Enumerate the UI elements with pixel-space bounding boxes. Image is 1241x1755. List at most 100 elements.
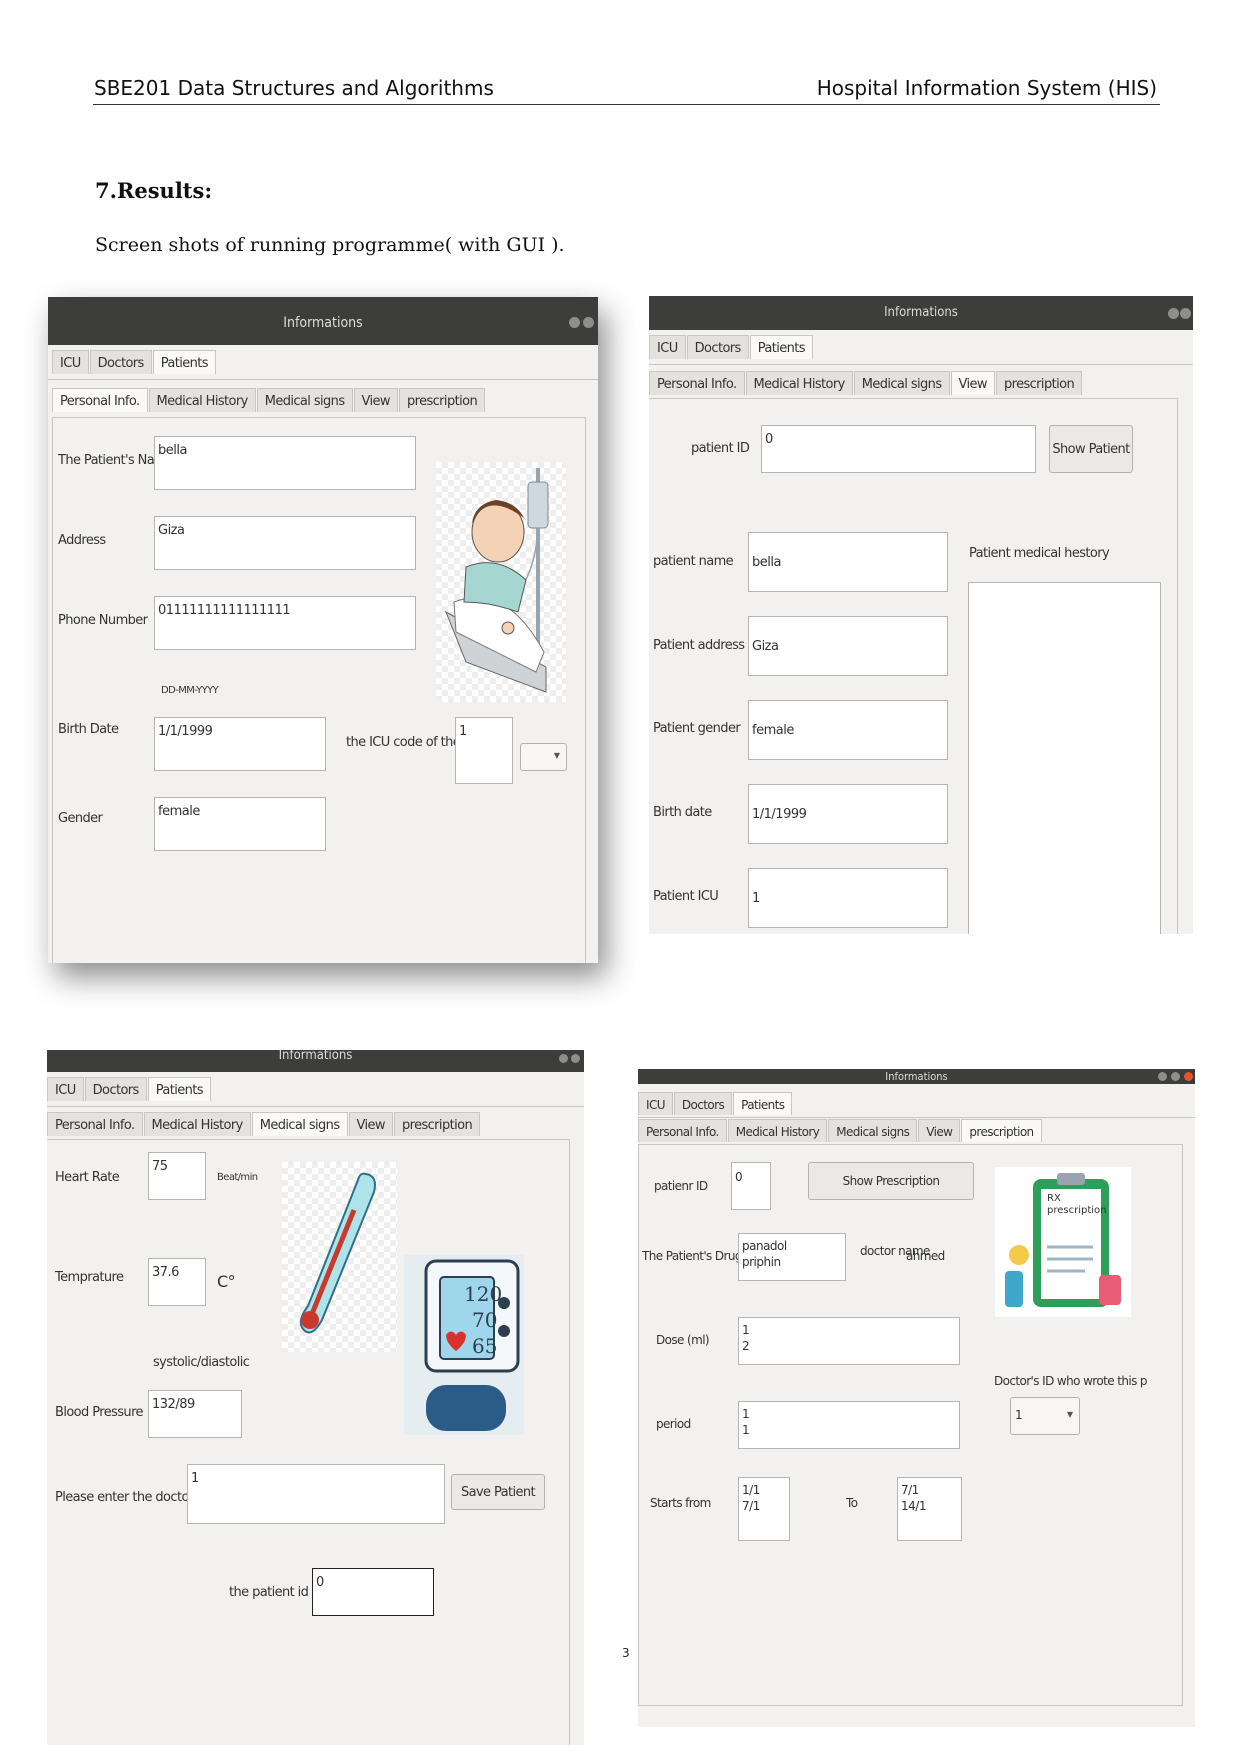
minimize-icon[interactable] bbox=[559, 1054, 568, 1063]
minimize-icon[interactable] bbox=[1158, 1072, 1167, 1081]
close-icon[interactable] bbox=[1180, 308, 1191, 319]
monitor-systolic: 120 bbox=[464, 1282, 503, 1306]
address-label: Address bbox=[58, 533, 106, 548]
prescription-id-field[interactable]: 0 bbox=[731, 1162, 771, 1210]
tab-icu[interactable]: ICU bbox=[638, 1092, 673, 1115]
temperature-field[interactable]: 37.6 bbox=[148, 1258, 206, 1306]
icu-code-field[interactable]: 1 bbox=[455, 717, 513, 784]
tab-doctors[interactable]: Doctors bbox=[89, 350, 152, 374]
tab-view[interactable]: View bbox=[353, 388, 398, 412]
tab-divider bbox=[48, 379, 598, 380]
tab-medical-signs[interactable]: Medical signs bbox=[853, 371, 950, 395]
temperature-unit: C° bbox=[217, 1272, 236, 1291]
doctor-id-field[interactable]: 1 bbox=[187, 1464, 445, 1524]
icu-dropdown[interactable]: ▼ bbox=[520, 743, 567, 771]
thermometer-icon bbox=[282, 1162, 397, 1352]
patient-in-bed-image bbox=[436, 462, 566, 702]
tab-doctors[interactable]: Doctors bbox=[673, 1092, 733, 1115]
tab-patients[interactable]: Patients bbox=[152, 350, 216, 374]
tab-personal-info[interactable]: Personal Info. bbox=[649, 371, 745, 395]
maximize-icon[interactable] bbox=[1171, 1072, 1180, 1081]
name-field[interactable]: bella bbox=[154, 436, 416, 490]
sub-tabs: Personal Info. Medical History Medical s… bbox=[638, 1119, 1043, 1142]
patient-address-label: Patient address bbox=[653, 638, 745, 653]
window-title: Informations bbox=[283, 315, 363, 331]
intro-text: Screen shots of running programme( with … bbox=[95, 234, 565, 256]
heart-rate-field[interactable]: 75 bbox=[148, 1152, 206, 1200]
starts-from-field[interactable]: 1/1 7/1 bbox=[738, 1477, 790, 1541]
close-icon[interactable] bbox=[1184, 1072, 1193, 1081]
show-prescription-button[interactable]: Show Prescription bbox=[808, 1162, 974, 1200]
tab-prescription[interactable]: prescription bbox=[961, 1119, 1042, 1142]
doctor-id-value: 1 bbox=[1015, 1408, 1023, 1422]
medical-history-box[interactable] bbox=[968, 582, 1161, 934]
to-field[interactable]: 7/1 14/1 bbox=[897, 1477, 962, 1541]
drugs-field[interactable]: panadol priphin bbox=[738, 1233, 846, 1281]
tab-view[interactable]: View bbox=[348, 1112, 393, 1136]
patient-gender-field[interactable]: female bbox=[748, 700, 948, 760]
tab-medical-signs[interactable]: Medical signs bbox=[256, 388, 353, 412]
birth-date-label: Birth date bbox=[653, 805, 712, 820]
tab-personal-info[interactable]: Personal Info. bbox=[638, 1119, 727, 1142]
patient-id-field[interactable]: 0 bbox=[761, 425, 1036, 473]
birth-date-field[interactable]: 1/1/1999 bbox=[154, 717, 326, 771]
tab-personal-info[interactable]: Personal Info. bbox=[52, 388, 148, 412]
minimize-icon[interactable] bbox=[1168, 308, 1179, 319]
tab-prescription[interactable]: prescription bbox=[398, 388, 486, 412]
top-tabs: ICU Doctors Patients bbox=[52, 350, 217, 374]
to-label: To bbox=[846, 1496, 858, 1510]
window-titlebar: Informations bbox=[638, 1069, 1195, 1084]
patient-icu-field[interactable]: 1 bbox=[748, 868, 948, 928]
phone-label: Phone Number bbox=[58, 613, 148, 628]
rx-subtitle: prescription bbox=[1047, 1205, 1107, 1216]
tab-patients[interactable]: Patients bbox=[749, 335, 813, 359]
blood-pressure-label: Blood Pressure bbox=[55, 1405, 144, 1420]
patient-name-field[interactable]: bella bbox=[748, 532, 948, 592]
phone-field[interactable]: 01111111111111111 bbox=[154, 596, 416, 650]
minimize-icon[interactable] bbox=[569, 317, 580, 328]
save-patient-button[interactable]: Save Patient bbox=[451, 1474, 545, 1510]
sub-tabs: Personal Info. Medical History Medical s… bbox=[649, 371, 1083, 395]
birth-date-label: Birth Date bbox=[58, 722, 119, 737]
tab-view[interactable]: View bbox=[918, 1119, 961, 1142]
patient-id-label: patient ID bbox=[691, 441, 750, 456]
patient-address-field[interactable]: Giza bbox=[748, 616, 948, 676]
tab-medical-signs[interactable]: Medical signs bbox=[828, 1119, 918, 1142]
birth-date-field[interactable]: 1/1/1999 bbox=[748, 784, 948, 844]
gender-label: Gender bbox=[58, 811, 103, 826]
tab-icu[interactable]: ICU bbox=[649, 335, 686, 359]
period-field[interactable]: 1 1 bbox=[738, 1401, 960, 1449]
screenshot-view: Informations ICU Doctors Patients Person… bbox=[649, 296, 1193, 934]
address-field[interactable]: Giza bbox=[154, 516, 416, 570]
close-icon[interactable] bbox=[583, 317, 594, 328]
date-format-hint: DD-MM-YYYY bbox=[161, 685, 219, 696]
tab-icu[interactable]: ICU bbox=[47, 1077, 84, 1101]
tab-personal-info[interactable]: Personal Info. bbox=[47, 1112, 143, 1136]
window-titlebar: Informations bbox=[47, 1050, 584, 1072]
gender-field[interactable]: female bbox=[154, 797, 326, 851]
tab-medical-history[interactable]: Medical History bbox=[727, 1119, 828, 1142]
tab-doctors[interactable]: Doctors bbox=[84, 1077, 147, 1101]
tab-doctors[interactable]: Doctors bbox=[686, 335, 749, 359]
tab-prescription[interactable]: prescription bbox=[393, 1112, 481, 1136]
blood-pressure-field[interactable]: 132/89 bbox=[148, 1390, 242, 1438]
period-label: period bbox=[656, 1417, 691, 1431]
tab-patients[interactable]: Patients bbox=[147, 1077, 211, 1101]
page-number: 3 bbox=[622, 1646, 630, 1660]
dose-field[interactable]: 1 2 bbox=[738, 1317, 960, 1365]
section-heading: 7.Results: bbox=[95, 178, 213, 203]
tab-view[interactable]: View bbox=[950, 371, 995, 395]
close-icon[interactable] bbox=[571, 1054, 580, 1063]
doctor-id-dropdown[interactable]: 1 ▼ bbox=[1010, 1397, 1080, 1435]
tab-medical-history[interactable]: Medical History bbox=[148, 388, 256, 412]
tab-prescription[interactable]: prescription bbox=[995, 371, 1083, 395]
tab-medical-history[interactable]: Medical History bbox=[143, 1112, 251, 1136]
top-tabs: ICU Doctors Patients bbox=[638, 1092, 793, 1115]
top-tabs: ICU Doctors Patients bbox=[649, 335, 814, 359]
tab-medical-signs[interactable]: Medical signs bbox=[251, 1112, 348, 1136]
tab-icu[interactable]: ICU bbox=[52, 350, 89, 374]
show-patient-button[interactable]: Show Patient bbox=[1049, 425, 1133, 473]
patient-id-result-field[interactable]: 0 bbox=[312, 1568, 434, 1616]
tab-patients[interactable]: Patients bbox=[733, 1092, 793, 1115]
tab-medical-history[interactable]: Medical History bbox=[745, 371, 853, 395]
